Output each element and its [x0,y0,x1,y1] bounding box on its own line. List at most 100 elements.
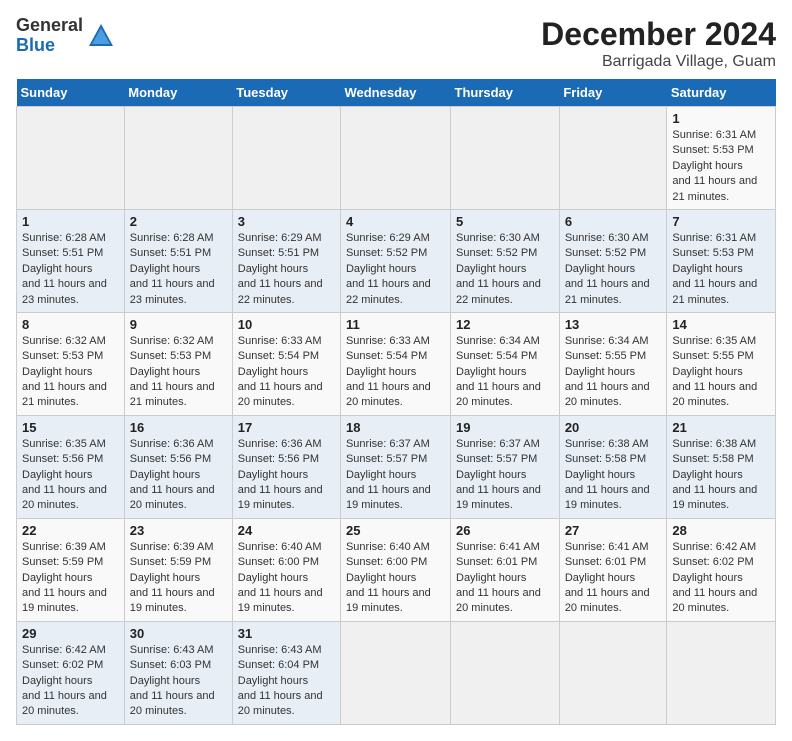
sunset-label: Sunset: 5:56 PM [238,453,319,465]
weekday-header: Tuesday [232,79,340,107]
sunrise-label: Sunrise: 6:40 AM [346,541,430,553]
sunset-label: Sunset: 5:53 PM [22,350,103,362]
sunset-label: Sunset: 5:54 PM [456,350,537,362]
sunset-label: Sunset: 5:56 PM [22,453,103,465]
location: Barrigada Village, Guam [541,53,776,71]
calendar-cell: 19 Sunrise: 6:37 AM Sunset: 5:57 PM Dayl… [451,415,560,518]
daylight-label: Daylight hours [456,572,526,584]
day-number: 26 [456,523,554,538]
day-number: 18 [346,420,445,435]
calendar-cell: 14 Sunrise: 6:35 AM Sunset: 5:55 PM Dayl… [667,312,776,415]
calendar-cell [559,107,667,210]
logo-general: General [16,16,83,36]
day-number: 29 [22,626,119,641]
daylight-value: and 11 hours and 19 minutes. [456,484,541,511]
sunrise-label: Sunrise: 6:42 AM [22,644,106,656]
sunrise-label: Sunrise: 6:28 AM [130,232,214,244]
sunrise-label: Sunrise: 6:33 AM [238,335,322,347]
day-number: 7 [672,214,770,229]
calendar-cell: 26 Sunrise: 6:41 AM Sunset: 6:01 PM Dayl… [451,518,560,621]
calendar-cell: 31 Sunrise: 6:43 AM Sunset: 6:04 PM Dayl… [232,621,340,724]
calendar-cell [124,107,232,210]
calendar-cell [451,621,560,724]
daylight-label: Daylight hours [130,572,200,584]
daylight-value: and 11 hours and 21 minutes. [672,278,757,305]
day-number: 28 [672,523,770,538]
daylight-value: and 11 hours and 22 minutes. [346,278,431,305]
calendar-cell: 5 Sunrise: 6:30 AM Sunset: 5:52 PM Dayli… [451,209,560,312]
calendar-cell: 24 Sunrise: 6:40 AM Sunset: 6:00 PM Dayl… [232,518,340,621]
day-info: Sunrise: 6:41 AM Sunset: 6:01 PM Dayligh… [565,540,662,617]
day-info: Sunrise: 6:33 AM Sunset: 5:54 PM Dayligh… [238,334,335,411]
sunset-label: Sunset: 6:00 PM [346,556,427,568]
calendar-cell: 15 Sunrise: 6:35 AM Sunset: 5:56 PM Dayl… [17,415,125,518]
sunset-label: Sunset: 6:02 PM [672,556,753,568]
daylight-label: Daylight hours [130,263,200,275]
daylight-value: and 11 hours and 20 minutes. [238,690,323,717]
sunrise-label: Sunrise: 6:41 AM [456,541,540,553]
sunrise-label: Sunrise: 6:36 AM [130,438,214,450]
title-block: December 2024 Barrigada Village, Guam [541,16,776,71]
calendar-cell: 22 Sunrise: 6:39 AM Sunset: 5:59 PM Dayl… [17,518,125,621]
daylight-label: Daylight hours [672,160,742,172]
calendar-week: 22 Sunrise: 6:39 AM Sunset: 5:59 PM Dayl… [17,518,776,621]
calendar-cell [559,621,667,724]
day-info: Sunrise: 6:40 AM Sunset: 6:00 PM Dayligh… [346,540,445,617]
sunset-label: Sunset: 5:52 PM [456,247,537,259]
weekday-header: Sunday [17,79,125,107]
daylight-value: and 11 hours and 21 minutes. [565,278,650,305]
logo-icon [87,22,115,50]
sunset-label: Sunset: 5:55 PM [565,350,646,362]
day-number: 5 [456,214,554,229]
daylight-label: Daylight hours [456,366,526,378]
day-info: Sunrise: 6:34 AM Sunset: 5:54 PM Dayligh… [456,334,554,411]
day-info: Sunrise: 6:32 AM Sunset: 5:53 PM Dayligh… [22,334,119,411]
calendar-cell [340,621,450,724]
day-number: 3 [238,214,335,229]
day-number: 13 [565,317,662,332]
sunset-label: Sunset: 5:59 PM [22,556,103,568]
weekday-header: Friday [559,79,667,107]
daylight-label: Daylight hours [238,366,308,378]
day-info: Sunrise: 6:35 AM Sunset: 5:55 PM Dayligh… [672,334,770,411]
daylight-value: and 11 hours and 20 minutes. [238,381,323,408]
day-info: Sunrise: 6:39 AM Sunset: 5:59 PM Dayligh… [22,540,119,617]
sunset-label: Sunset: 5:58 PM [672,453,753,465]
day-number: 6 [565,214,662,229]
sunrise-label: Sunrise: 6:30 AM [456,232,540,244]
sunset-label: Sunset: 5:58 PM [565,453,646,465]
calendar-cell: 21 Sunrise: 6:38 AM Sunset: 5:58 PM Dayl… [667,415,776,518]
sunrise-label: Sunrise: 6:35 AM [672,335,756,347]
calendar-cell [340,107,450,210]
day-number: 12 [456,317,554,332]
calendar-cell: 16 Sunrise: 6:36 AM Sunset: 5:56 PM Dayl… [124,415,232,518]
calendar-cell: 12 Sunrise: 6:34 AM Sunset: 5:54 PM Dayl… [451,312,560,415]
daylight-value: and 11 hours and 21 minutes. [22,381,107,408]
calendar-cell: 25 Sunrise: 6:40 AM Sunset: 6:00 PM Dayl… [340,518,450,621]
calendar-week: 1 Sunrise: 6:31 AM Sunset: 5:53 PM Dayli… [17,107,776,210]
day-number: 1 [672,111,770,126]
daylight-value: and 11 hours and 22 minutes. [456,278,541,305]
day-info: Sunrise: 6:31 AM Sunset: 5:53 PM Dayligh… [672,231,770,308]
day-info: Sunrise: 6:31 AM Sunset: 5:53 PM Dayligh… [672,128,770,205]
weekday-header: Saturday [667,79,776,107]
day-number: 14 [672,317,770,332]
daylight-label: Daylight hours [565,263,635,275]
daylight-value: and 11 hours and 19 minutes. [346,484,431,511]
sunrise-label: Sunrise: 6:43 AM [130,644,214,656]
sunrise-label: Sunrise: 6:34 AM [565,335,649,347]
calendar-cell: 10 Sunrise: 6:33 AM Sunset: 5:54 PM Dayl… [232,312,340,415]
sunrise-label: Sunrise: 6:28 AM [22,232,106,244]
daylight-value: and 11 hours and 19 minutes. [238,484,323,511]
day-info: Sunrise: 6:28 AM Sunset: 5:51 PM Dayligh… [130,231,227,308]
day-info: Sunrise: 6:30 AM Sunset: 5:52 PM Dayligh… [565,231,662,308]
daylight-value: and 11 hours and 20 minutes. [672,381,757,408]
logo: General Blue [16,16,115,56]
calendar-week: 15 Sunrise: 6:35 AM Sunset: 5:56 PM Dayl… [17,415,776,518]
calendar-cell: 20 Sunrise: 6:38 AM Sunset: 5:58 PM Dayl… [559,415,667,518]
day-number: 24 [238,523,335,538]
day-info: Sunrise: 6:38 AM Sunset: 5:58 PM Dayligh… [565,437,662,514]
calendar-cell: 8 Sunrise: 6:32 AM Sunset: 5:53 PM Dayli… [17,312,125,415]
daylight-label: Daylight hours [22,469,92,481]
sunset-label: Sunset: 5:57 PM [456,453,537,465]
